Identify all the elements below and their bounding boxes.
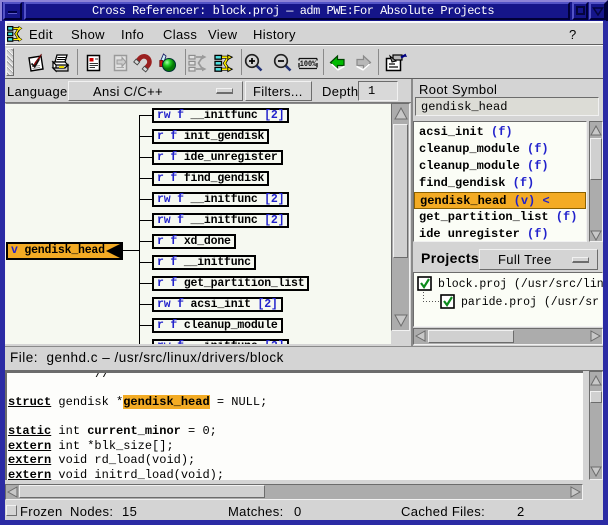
- svg-text:100%: 100%: [300, 59, 317, 69]
